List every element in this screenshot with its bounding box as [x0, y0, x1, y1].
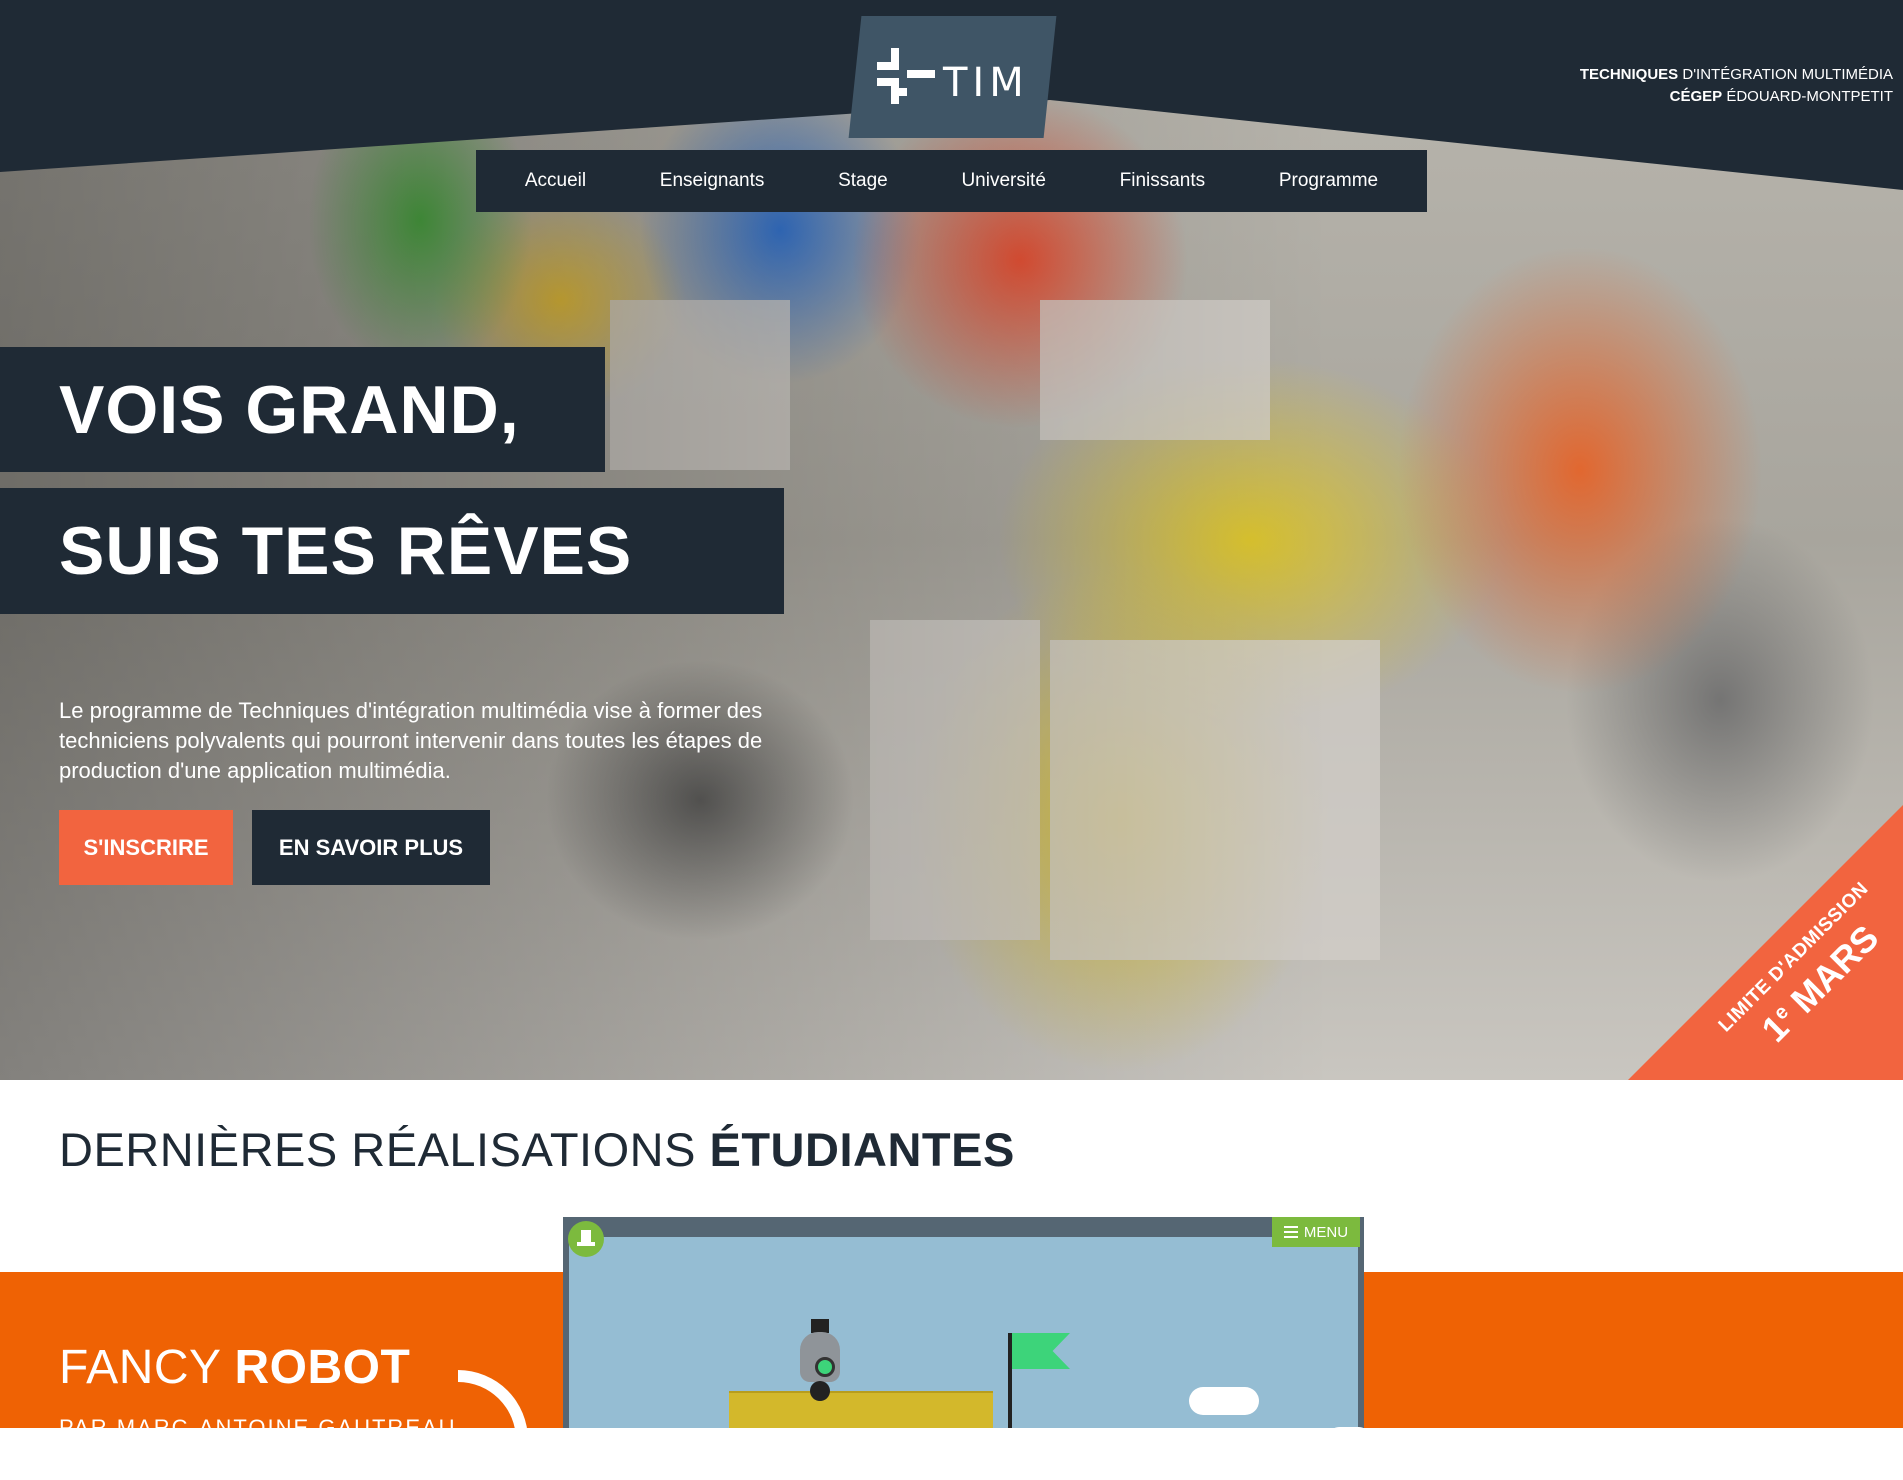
flag-icon	[1012, 1333, 1070, 1369]
game-platform	[729, 1391, 993, 1428]
nav-item-finissants[interactable]: Finissants	[1110, 162, 1216, 200]
signup-button[interactable]: S'INSCRIRE	[59, 810, 233, 885]
cloud-icon	[1189, 1387, 1259, 1415]
site-logo[interactable]: TIM	[848, 16, 1057, 138]
hero-headline-1: VOIS GRAND,	[0, 347, 605, 472]
brand-line2-rest: ÉDOUARD-MONTPETIT	[1722, 88, 1893, 105]
section-title: DERNIÈRES RÉALISATIONS ÉTUDIANTES	[59, 1122, 1015, 1177]
hero-lead-text: Le programme de Techniques d'intégration…	[59, 698, 763, 783]
main-nav: Accueil Enseignants Stage Université Fin…	[476, 150, 1427, 212]
robot-hat-icon	[811, 1319, 829, 1333]
hamburger-icon	[1283, 1226, 1298, 1238]
section-title-bold: ÉTUDIANTES	[709, 1123, 1015, 1176]
robot-eye-icon	[815, 1357, 835, 1377]
project-screenshot[interactable]: MENU	[563, 1217, 1364, 1428]
logo-text: TIM	[942, 60, 1029, 106]
section-title-light: DERNIÈRES RÉALISATIONS	[59, 1123, 710, 1176]
project-author: PAR MARC-ANTOINE GAUTREAU	[59, 1415, 457, 1440]
project-title-bold: ROBOT	[234, 1341, 411, 1394]
project-title-light: FANCY	[59, 1341, 235, 1394]
brand-lines: TECHNIQUES D'INTÉGRATION MULTIMÉDIA CÉGE…	[1580, 64, 1893, 108]
brand-line2-bold: CÉGEP	[1669, 88, 1723, 105]
nav-item-programme[interactable]: Programme	[1269, 162, 1388, 200]
brand-line1-bold: TECHNIQUES	[1579, 66, 1679, 83]
nav-item-stage[interactable]: Stage	[828, 162, 898, 200]
nav-item-accueil[interactable]: Accueil	[515, 162, 596, 200]
learn-more-button[interactable]: EN SAVOIR PLUS	[252, 810, 490, 885]
hat-icon[interactable]	[568, 1221, 604, 1257]
robot-wheel-icon	[810, 1381, 830, 1401]
nav-item-enseignants[interactable]: Enseignants	[650, 162, 775, 200]
plus-cross-logo-icon	[876, 48, 935, 104]
project-title[interactable]: FANCY ROBOT	[59, 1340, 410, 1395]
brand-line1-rest: D'INTÉGRATION MULTIMÉDIA	[1678, 66, 1893, 83]
hero-headline-2: SUIS TES RÊVES	[0, 488, 784, 614]
hat-glyph	[577, 1230, 595, 1246]
nav-item-universite[interactable]: Université	[951, 162, 1055, 200]
game-screen	[569, 1237, 1364, 1428]
game-menu-button[interactable]: MENU	[1272, 1217, 1360, 1247]
flag-pole	[1008, 1333, 1012, 1428]
game-menu-label: MENU	[1303, 1223, 1349, 1241]
